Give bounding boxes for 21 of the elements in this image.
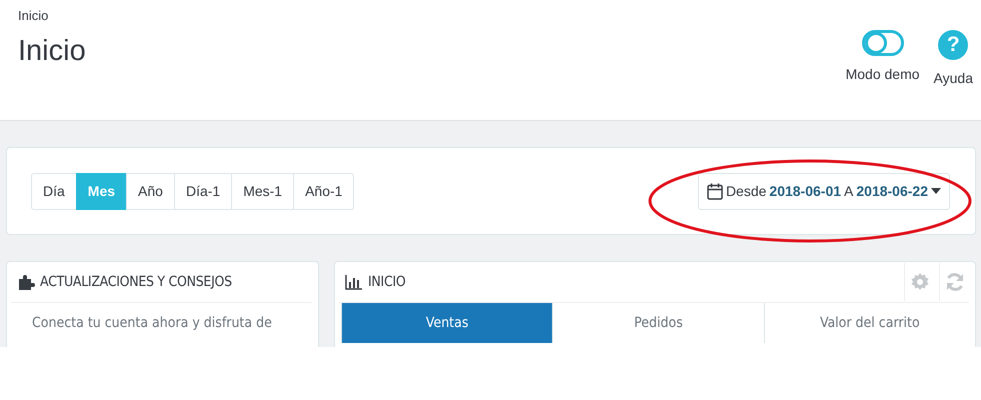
help-button[interactable]: ? Ayuda xyxy=(934,30,973,120)
period-button[interactable]: Día-1 xyxy=(174,172,232,210)
period-button[interactable]: Mes-1 xyxy=(231,172,294,210)
date-range-button[interactable]: Desde 2018-06-01 A 2018-06-22 xyxy=(698,172,950,210)
panel-title: INICIO xyxy=(368,274,406,290)
settings-icon xyxy=(910,272,930,292)
period-button[interactable]: Día xyxy=(31,172,77,210)
period-button[interactable]: Año-1 xyxy=(293,172,354,210)
panel-title: ACTUALIZACIONES Y CONSEJOS xyxy=(40,274,233,290)
demo-mode-button[interactable]: Modo demo xyxy=(846,30,920,120)
period-button[interactable]: Año xyxy=(126,172,175,210)
puzzle-icon xyxy=(17,274,35,290)
chart-tab[interactable]: Ventas xyxy=(341,303,552,343)
panel-text: Conecta tu cuenta ahora y disfruta de xyxy=(32,315,273,331)
bar-chart-icon xyxy=(345,274,363,290)
help-icon: ? xyxy=(938,30,968,60)
page-title: Inicio xyxy=(18,35,86,68)
caret-icon xyxy=(931,188,941,194)
refresh-icon xyxy=(944,272,964,292)
calendar-icon xyxy=(706,182,723,200)
breadcrumb[interactable]: Inicio xyxy=(18,8,86,23)
